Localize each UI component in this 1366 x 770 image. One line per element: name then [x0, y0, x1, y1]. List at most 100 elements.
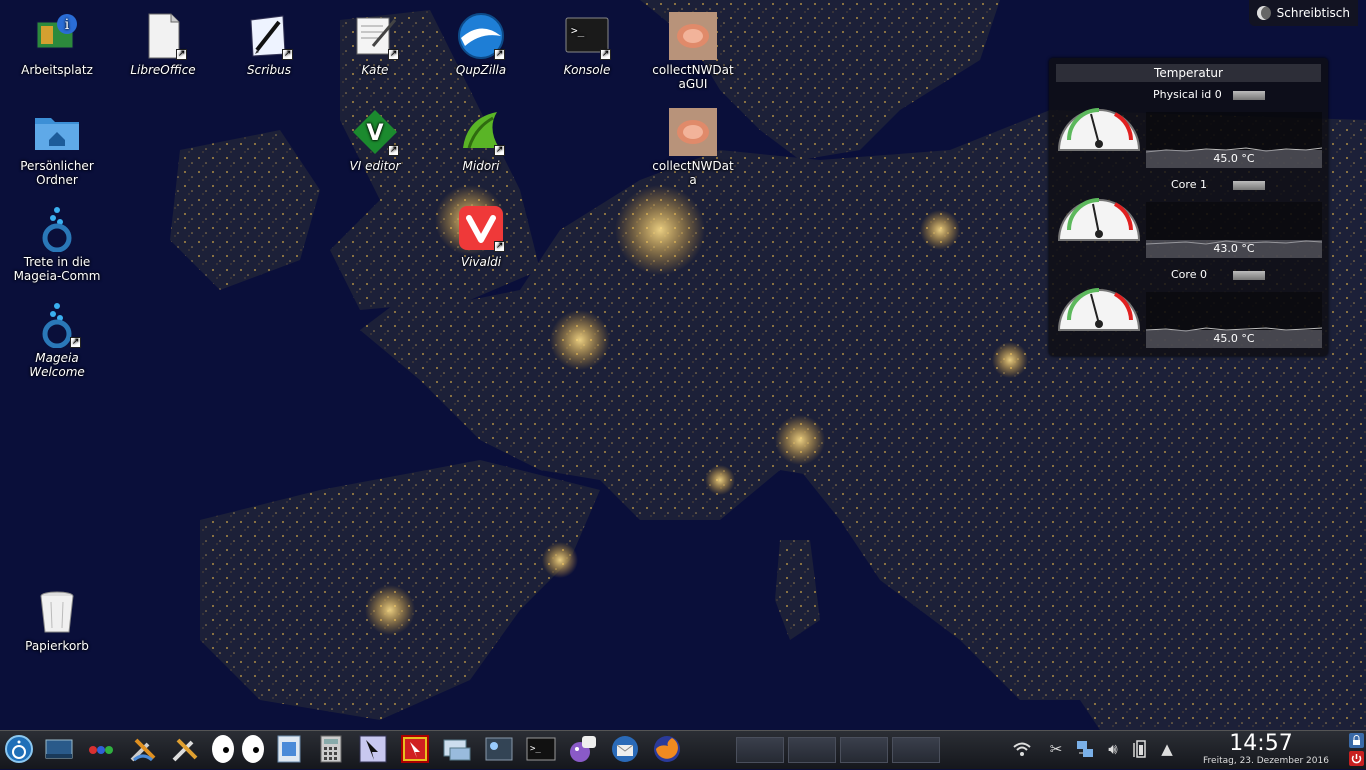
- desktop-icon-vi-editor[interactable]: V ↗ VI editor: [327, 108, 423, 173]
- network-launcher[interactable]: [442, 734, 472, 764]
- desktop-icon-label: Kate: [361, 63, 389, 77]
- pager-desktop-1[interactable]: [736, 737, 784, 763]
- desktop-icon-persoenlicher-ordner[interactable]: Persönlicher Ordner: [9, 108, 105, 187]
- thunderbird-icon: [612, 736, 638, 762]
- terminal-launcher[interactable]: >_: [526, 734, 556, 764]
- pager-desktop-4[interactable]: [892, 737, 940, 763]
- link-badge-icon: ↗: [176, 49, 187, 60]
- video-launcher[interactable]: [484, 734, 514, 764]
- desktop-icon-vivaldi[interactable]: ↗ Vivaldi: [433, 204, 529, 269]
- temperature-widget[interactable]: Temperatur Physical id 0 45.0 °C Core 1 …: [1049, 58, 1328, 356]
- clock-time[interactable]: 14:57: [1222, 732, 1300, 756]
- firefox-launcher[interactable]: [652, 734, 682, 764]
- mageia-menu-button[interactable]: [4, 734, 34, 764]
- show-desktop-button[interactable]: [44, 734, 74, 764]
- widget-title: Temperatur: [1056, 64, 1321, 82]
- link-badge-icon: ↗: [70, 337, 81, 348]
- link-badge-icon: ↗: [494, 145, 505, 156]
- system-settings-launcher[interactable]: [128, 734, 158, 764]
- scribus-icon: ↗: [245, 12, 293, 60]
- network-icon[interactable]: [1075, 739, 1095, 759]
- sensor-level-bar: [1233, 181, 1265, 190]
- desktop-icon-collectnwdata[interactable]: collectNWData: [645, 108, 741, 187]
- gauge-icon: [1055, 88, 1143, 158]
- desktop-icon-label: Persönlicher Ordner: [20, 159, 94, 187]
- volume-icon[interactable]: 🔊︎: [1103, 739, 1123, 759]
- link-badge-icon: ↗: [494, 241, 505, 252]
- desktop-icon-collectnwdatagui[interactable]: collectNWDataGUI: [645, 12, 741, 91]
- show-desktop-icon: [45, 739, 73, 759]
- home-folder-icon: [33, 108, 81, 156]
- desktop-icon-label: collectNWData: [652, 159, 734, 187]
- desktop-icon-label: Arbeitsplatz: [21, 63, 93, 77]
- wifi-icon[interactable]: [1012, 739, 1032, 759]
- vivaldi-icon: ↗: [457, 204, 505, 252]
- svg-text:V: V: [366, 121, 383, 146]
- eyes-launcher[interactable]: [210, 734, 268, 764]
- collectnwdata-icon: [669, 12, 717, 60]
- desktop-icon-mageia-welcome[interactable]: ↗ Mageia Welcome: [9, 300, 105, 379]
- desktop-icon-label: Konsole: [563, 63, 611, 77]
- pidgin-launcher[interactable]: [568, 734, 598, 764]
- taskbar: >_ ✂ 🔊︎ ▲ 14:57 Freitag, 23. Dezember 20…: [0, 730, 1366, 769]
- desktop-icon-papierkorb[interactable]: Papierkorb: [9, 588, 105, 653]
- sensor-value: 45.0 °C: [1146, 330, 1322, 348]
- lock-icon: [1349, 733, 1364, 748]
- battery-icon[interactable]: [1130, 739, 1150, 759]
- svg-text:>_: >_: [530, 744, 541, 754]
- terminal-icon: >_ ↗: [563, 12, 611, 60]
- tools-icon: [172, 738, 198, 762]
- pager-desktop-3[interactable]: [840, 737, 888, 763]
- desktop-icon-libreoffice[interactable]: ↗ LibreOffice: [115, 12, 211, 77]
- select-tool-icon: [401, 735, 429, 763]
- desktop-icon-label: Midori: [462, 159, 500, 173]
- pidgin-icon: [570, 736, 596, 762]
- sensor-row: Core 1 43.0 °C: [1053, 176, 1325, 264]
- desktop-icon-label: VI editor: [349, 159, 401, 173]
- vim-icon: V ↗: [351, 108, 399, 156]
- thunderbird-launcher[interactable]: [610, 734, 640, 764]
- desktop-icon-mageia-community[interactable]: Trete in die Mageia-Comm: [9, 204, 105, 283]
- desktop-icon-qupzilla[interactable]: ↗ QupZilla: [433, 12, 529, 77]
- desktop-icon-arbeitsplatz[interactable]: i Arbeitsplatz: [9, 12, 105, 77]
- computer-icon: i: [33, 12, 81, 60]
- clock-date: Freitag, 23. Dezember 2016: [1203, 756, 1329, 766]
- file-manager-launcher[interactable]: [274, 734, 304, 764]
- desktop-icon-label: Papierkorb: [25, 639, 89, 653]
- network-icon: [443, 739, 471, 761]
- terminal-icon: >_: [526, 737, 556, 761]
- sensor-value: 43.0 °C: [1146, 240, 1322, 258]
- desktop-icon-label: Trete in die Mageia-Comm: [13, 255, 101, 283]
- mageia-menu-icon: [5, 735, 33, 763]
- desktop-icon-midori[interactable]: ↗ Midori: [433, 108, 529, 173]
- scissors-icon[interactable]: ✂: [1046, 739, 1066, 759]
- activities-button[interactable]: [86, 734, 116, 764]
- desktop-icon-label: Vivaldi: [460, 255, 502, 269]
- desktop-toolbox-button[interactable]: Schreibtisch: [1248, 0, 1358, 26]
- kate-icon: ↗: [351, 12, 399, 60]
- tools-launcher[interactable]: [170, 734, 200, 764]
- gauge-icon: [1055, 178, 1143, 248]
- desktop-icon-label: Mageia Welcome: [29, 351, 85, 379]
- screenshot-launcher[interactable]: [358, 734, 388, 764]
- desktop-icon-kate[interactable]: ↗ Kate: [327, 12, 423, 77]
- calculator-launcher[interactable]: [316, 734, 346, 764]
- file-manager-icon: [277, 735, 301, 763]
- sensor-level-bar: [1233, 91, 1265, 100]
- mageia-icon: ↗: [33, 300, 81, 349]
- collectnwdata-icon: [669, 108, 717, 156]
- pager-desktop-2[interactable]: [788, 737, 836, 763]
- shutdown-button[interactable]: [1349, 751, 1364, 766]
- desktop-icon-label: LibreOffice: [130, 63, 196, 77]
- sensor-row: Core 0 45.0 °C: [1053, 266, 1325, 354]
- lock-screen-button[interactable]: [1349, 733, 1364, 748]
- expand-tray-icon[interactable]: ▲: [1157, 739, 1177, 759]
- select-tool-launcher[interactable]: [400, 734, 430, 764]
- desktop-icon-label: Scribus: [247, 63, 291, 77]
- screenshot-icon: [359, 735, 387, 763]
- desktop-icon-scribus[interactable]: ↗ Scribus: [221, 12, 317, 77]
- cashew-icon: [1256, 6, 1271, 20]
- libreoffice-icon: ↗: [139, 12, 187, 60]
- video-icon: [485, 737, 513, 761]
- desktop-icon-konsole[interactable]: >_ ↗ Konsole: [539, 12, 635, 77]
